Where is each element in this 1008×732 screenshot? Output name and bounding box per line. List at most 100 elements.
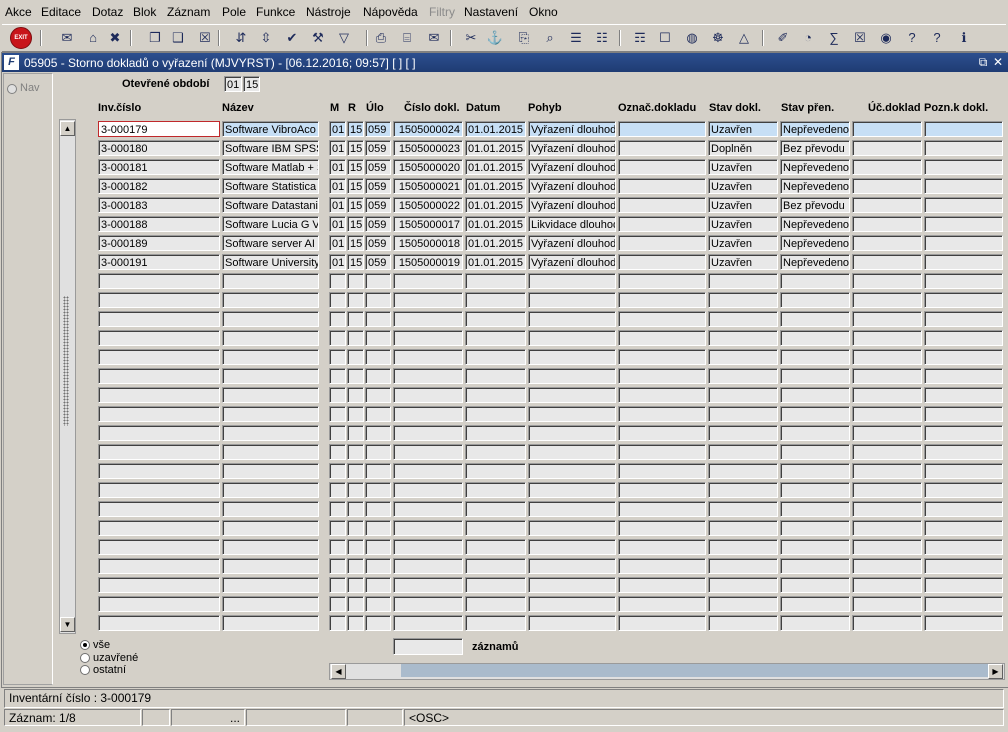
empty-grid-cell[interactable]	[618, 615, 706, 631]
empty-grid-cell[interactable]	[329, 463, 346, 479]
empty-grid-cell[interactable]	[393, 368, 463, 384]
empty-grid-cell[interactable]	[924, 311, 1003, 327]
empty-grid-cell[interactable]	[780, 349, 850, 365]
empty-grid-cell[interactable]	[365, 349, 391, 365]
grid-cell[interactable]: Bez převodu	[780, 197, 850, 213]
empty-grid-cell[interactable]	[528, 387, 616, 403]
empty-grid-cell[interactable]	[780, 596, 850, 612]
empty-grid-cell[interactable]	[780, 444, 850, 460]
empty-grid-cell[interactable]	[852, 330, 922, 346]
empty-grid-cell[interactable]	[852, 406, 922, 422]
grid-cell[interactable]	[924, 140, 1003, 156]
grid-cell[interactable]: 15	[347, 121, 364, 137]
grid-cell[interactable]: Bez převodu	[780, 140, 850, 156]
column-header[interactable]: M	[330, 102, 339, 114]
empty-grid-cell[interactable]	[780, 615, 850, 631]
empty-grid-cell[interactable]	[329, 330, 346, 346]
grid-cell[interactable]: 1505000017	[393, 216, 463, 232]
empty-grid-cell[interactable]	[924, 292, 1003, 308]
empty-grid-cell[interactable]	[780, 520, 850, 536]
empty-grid-cell[interactable]	[365, 311, 391, 327]
column-header[interactable]: Název	[222, 102, 254, 114]
empty-grid-cell[interactable]	[708, 444, 778, 460]
empty-grid-cell[interactable]	[708, 425, 778, 441]
sort-asc-icon[interactable]: ⇵	[232, 29, 250, 47]
empty-grid-cell[interactable]	[528, 558, 616, 574]
scroll-down-icon[interactable]: ▼	[60, 617, 75, 632]
empty-grid-cell[interactable]	[852, 311, 922, 327]
empty-grid-cell[interactable]	[924, 273, 1003, 289]
grid-cell[interactable]: 01.01.2015	[465, 140, 526, 156]
empty-grid-cell[interactable]	[465, 558, 526, 574]
copy-icon[interactable]: ❐	[146, 29, 164, 47]
context-help-icon[interactable]: ?	[928, 29, 946, 47]
browser-icon[interactable]: ◉	[877, 29, 895, 47]
empty-grid-cell[interactable]	[924, 501, 1003, 517]
empty-grid-cell[interactable]	[465, 520, 526, 536]
empty-grid-cell[interactable]	[708, 273, 778, 289]
filter-icon[interactable]: ▽	[335, 29, 353, 47]
empty-grid-cell[interactable]	[528, 615, 616, 631]
confirm-icon[interactable]: ✔	[283, 29, 301, 47]
empty-grid-cell[interactable]	[708, 387, 778, 403]
empty-grid-cell[interactable]	[528, 577, 616, 593]
grid-cell[interactable]: Vyřazení dlouhod	[528, 159, 616, 175]
menu-item-2[interactable]: Dotaz	[92, 5, 123, 19]
grid-cell[interactable]: Vyřazení dlouhod	[528, 140, 616, 156]
column-header[interactable]: Úlo	[366, 102, 384, 114]
empty-grid-cell[interactable]	[780, 406, 850, 422]
empty-grid-cell[interactable]	[329, 558, 346, 574]
grid-cell[interactable]: 1505000019	[393, 254, 463, 270]
cut-icon[interactable]: ✂	[462, 29, 480, 47]
empty-grid-cell[interactable]	[98, 539, 220, 555]
empty-grid-cell[interactable]	[852, 444, 922, 460]
empty-grid-cell[interactable]	[365, 596, 391, 612]
grid-cell[interactable]	[618, 140, 706, 156]
empty-grid-cell[interactable]	[347, 444, 364, 460]
empty-grid-cell[interactable]	[365, 482, 391, 498]
empty-grid-cell[interactable]	[365, 406, 391, 422]
empty-grid-cell[interactable]	[852, 273, 922, 289]
empty-grid-cell[interactable]	[528, 406, 616, 422]
empty-grid-cell[interactable]	[222, 368, 319, 384]
grid-cell[interactable]: Vyřazení dlouhod	[528, 178, 616, 194]
grid-cell[interactable]: 3-000180	[98, 140, 220, 156]
empty-grid-cell[interactable]	[465, 463, 526, 479]
empty-grid-cell[interactable]	[393, 444, 463, 460]
menu-item-5[interactable]: Pole	[222, 5, 246, 19]
empty-grid-cell[interactable]	[708, 292, 778, 308]
menu-item-4[interactable]: Záznam	[167, 5, 210, 19]
column-header[interactable]: Číslo dokl.	[404, 102, 460, 114]
grid-cell[interactable]: Software University	[222, 254, 319, 270]
list-icon[interactable]: ☰	[567, 29, 585, 47]
filter-radio-1[interactable]	[80, 653, 90, 663]
empty-grid-cell[interactable]	[528, 539, 616, 555]
empty-grid-cell[interactable]	[528, 482, 616, 498]
empty-grid-cell[interactable]	[465, 577, 526, 593]
empty-grid-cell[interactable]	[708, 330, 778, 346]
horizontal-scrollbar[interactable]: ◀ ▶	[329, 663, 1005, 680]
grid-cell[interactable]: 059	[365, 216, 391, 232]
grid-cell[interactable]	[852, 159, 922, 175]
columns-icon[interactable]: ☷	[593, 29, 611, 47]
grid-cell[interactable]: Uzavřen	[708, 254, 778, 270]
grid-cell[interactable]	[924, 235, 1003, 251]
empty-grid-cell[interactable]	[329, 520, 346, 536]
empty-grid-cell[interactable]	[708, 406, 778, 422]
empty-grid-cell[interactable]	[708, 558, 778, 574]
column-header[interactable]: Pohyb	[528, 102, 562, 114]
grid-cell[interactable]: Uzavřen	[708, 121, 778, 137]
empty-grid-cell[interactable]	[528, 425, 616, 441]
grid-cell[interactable]: 3-000181	[98, 159, 220, 175]
empty-grid-cell[interactable]	[329, 615, 346, 631]
grid-cell[interactable]: 1505000021	[393, 178, 463, 194]
empty-grid-cell[interactable]	[618, 425, 706, 441]
link-icon[interactable]: ⎘	[515, 29, 533, 47]
empty-grid-cell[interactable]	[708, 577, 778, 593]
empty-grid-cell[interactable]	[347, 482, 364, 498]
empty-grid-cell[interactable]	[780, 539, 850, 555]
empty-grid-cell[interactable]	[329, 501, 346, 517]
empty-grid-cell[interactable]	[618, 482, 706, 498]
empty-grid-cell[interactable]	[924, 444, 1003, 460]
empty-grid-cell[interactable]	[852, 501, 922, 517]
